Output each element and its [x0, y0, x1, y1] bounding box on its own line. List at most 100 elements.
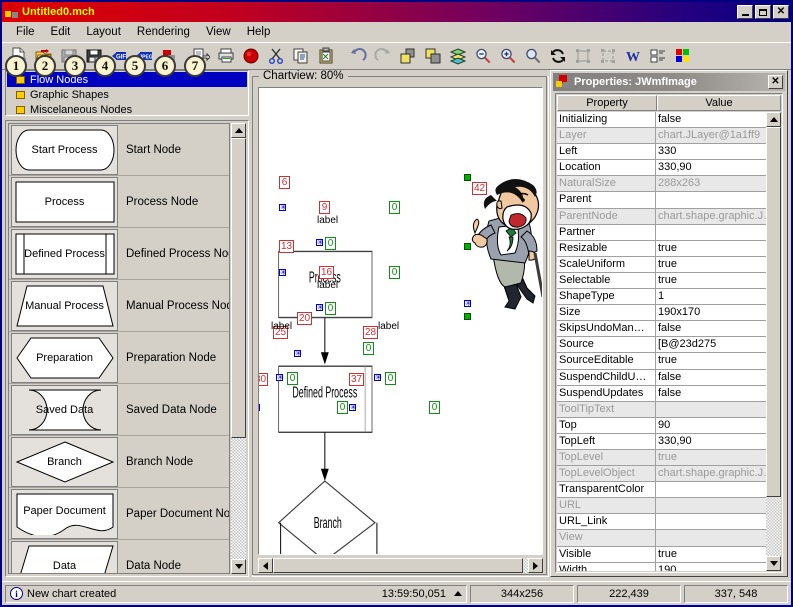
port-handle[interactable]: ✳: [316, 304, 324, 312]
properties-close-button[interactable]: ✕: [768, 75, 783, 89]
table-row[interactable]: Source [B@23d275: [557, 337, 766, 354]
table-row[interactable]: NaturalSize 288x263: [557, 176, 766, 193]
menu-layout[interactable]: Layout: [78, 24, 129, 40]
menu-rendering[interactable]: Rendering: [129, 24, 198, 40]
node-id-30[interactable]: 30: [259, 373, 269, 386]
table-row[interactable]: SourceEditable true: [557, 353, 766, 370]
prop-scroll-track[interactable]: [766, 127, 781, 556]
prop-value[interactable]: 190: [656, 562, 766, 571]
prop-value[interactable]: [656, 482, 766, 499]
resize-handle-sw[interactable]: [464, 313, 471, 320]
table-row[interactable]: SuspendChildU… false: [557, 369, 766, 386]
zoom-fit-button[interactable]: [521, 44, 545, 68]
chart-canvas[interactable]: Process Defined Process Branch: [258, 87, 543, 555]
undo-button[interactable]: [346, 44, 370, 68]
menu-view[interactable]: View: [198, 24, 239, 40]
prop-value[interactable]: true: [656, 256, 766, 273]
properties-button[interactable]: [646, 44, 670, 68]
tree-item-graphic-shapes[interactable]: Graphic Shapes: [7, 87, 247, 102]
copy-button[interactable]: [289, 44, 313, 68]
table-row[interactable]: Visible true: [557, 546, 766, 563]
prop-value[interactable]: true: [656, 240, 766, 257]
prop-value[interactable]: 330: [656, 144, 766, 161]
table-row[interactable]: Layer chart.JLayer@1a1ff9: [557, 128, 766, 145]
prop-value[interactable]: false: [656, 112, 766, 129]
status-expand-icon[interactable]: [454, 591, 462, 596]
node-out-30[interactable]: 0: [337, 401, 348, 414]
link-id-9[interactable]: 9: [319, 201, 330, 214]
palette-scrollbar[interactable]: [231, 123, 246, 574]
prop-value[interactable]: true: [656, 272, 766, 290]
table-row[interactable]: Location 330,90: [557, 160, 766, 177]
zoom-out-button[interactable]: [471, 44, 495, 68]
prop-value[interactable]: false: [656, 321, 766, 338]
hscroll-thumb[interactable]: [273, 558, 523, 573]
table-row[interactable]: Left 330: [557, 144, 766, 161]
hscroll-left-button[interactable]: [258, 558, 273, 573]
resize-handle-nw[interactable]: [464, 174, 471, 181]
hscroll-right-button[interactable]: [528, 558, 543, 573]
properties-scrollbar[interactable]: [766, 112, 781, 571]
print-button[interactable]: [214, 44, 238, 68]
palette-item-data[interactable]: Data Data Node: [9, 540, 229, 573]
table-row[interactable]: TransparentColor: [557, 482, 766, 499]
palette-item-process[interactable]: Process Process Node: [9, 176, 229, 228]
port-zero[interactable]: 0: [325, 237, 336, 250]
prop-value[interactable]: 330,90: [656, 433, 766, 450]
table-row[interactable]: Resizable true: [557, 240, 766, 257]
prop-value[interactable]: false: [656, 385, 766, 402]
minimize-button[interactable]: [737, 5, 753, 19]
port-zero[interactable]: 0: [287, 372, 298, 385]
palette-item-preparation[interactable]: Preparation Preparation Node: [9, 332, 229, 384]
prop-value[interactable]: true: [656, 353, 766, 370]
palette-item-paper-document[interactable]: Paper Document Paper Document Node: [9, 488, 229, 540]
table-row[interactable]: SuspendUpdates false: [557, 385, 766, 402]
wizard-button[interactable]: W: [621, 44, 645, 68]
send-to-back-button[interactable]: [421, 44, 445, 68]
node-id-42[interactable]: 42: [472, 182, 488, 195]
table-row[interactable]: View: [557, 530, 766, 547]
table-row[interactable]: Top 90: [557, 417, 766, 434]
palette-item-manual-process[interactable]: Manual Process Manual Process Node: [9, 280, 229, 332]
prop-value[interactable]: [656, 224, 766, 241]
prop-value[interactable]: 1: [656, 289, 766, 306]
table-row[interactable]: Parent: [557, 192, 766, 209]
prop-scroll-thumb[interactable]: [766, 127, 781, 497]
maximize-button[interactable]: [755, 5, 771, 19]
menu-file[interactable]: File: [8, 24, 43, 40]
prop-value[interactable]: 90: [656, 417, 766, 434]
column-header-value[interactable]: Value: [657, 95, 781, 111]
chartview-hscrollbar[interactable]: [258, 558, 543, 573]
node-id-6[interactable]: 6: [279, 176, 290, 189]
table-row[interactable]: Partner: [557, 224, 766, 241]
table-row[interactable]: URL: [557, 498, 766, 515]
scroll-thumb[interactable]: [231, 138, 246, 438]
palette-item-start-process[interactable]: Start Process Start Node: [9, 124, 229, 176]
node-out-13[interactable]: 0: [389, 266, 400, 279]
table-row[interactable]: TopLevel true: [557, 449, 766, 467]
port-handle[interactable]: ✳: [279, 204, 287, 212]
port-handle[interactable]: ✳: [279, 269, 287, 277]
link-id-16[interactable]: 16: [319, 266, 335, 279]
menu-help[interactable]: Help: [239, 24, 279, 40]
palette-item-saved-data[interactable]: Saved Data Saved Data Node: [9, 384, 229, 436]
port-handle[interactable]: ✳: [464, 300, 472, 308]
prop-scroll-up-button[interactable]: [766, 112, 781, 127]
table-row[interactable]: Width 190: [557, 562, 766, 571]
table-row[interactable]: ParentNode chart.shape.graphic.J…: [557, 208, 766, 225]
prop-scroll-down-button[interactable]: [766, 556, 781, 571]
prop-value[interactable]: true: [656, 546, 766, 563]
scroll-down-button[interactable]: [231, 559, 246, 574]
ungroup-button[interactable]: [596, 44, 620, 68]
node-out-6[interactable]: 0: [389, 201, 400, 214]
palette-item-defined-process[interactable]: Defined Process Defined Process Node: [9, 228, 229, 280]
node-id-13[interactable]: 13: [279, 240, 295, 253]
port-handle[interactable]: ✳: [276, 374, 284, 382]
table-row[interactable]: TopLevelObject chart.shape.graphic.J…: [557, 466, 766, 483]
port-handle[interactable]: ✳: [349, 404, 357, 412]
prop-value[interactable]: 190x170: [656, 305, 766, 322]
table-row[interactable]: Size 190x170: [557, 305, 766, 322]
cut-button[interactable]: [264, 44, 288, 68]
hscroll-track[interactable]: [273, 558, 528, 573]
zoom-in-button[interactable]: [496, 44, 520, 68]
